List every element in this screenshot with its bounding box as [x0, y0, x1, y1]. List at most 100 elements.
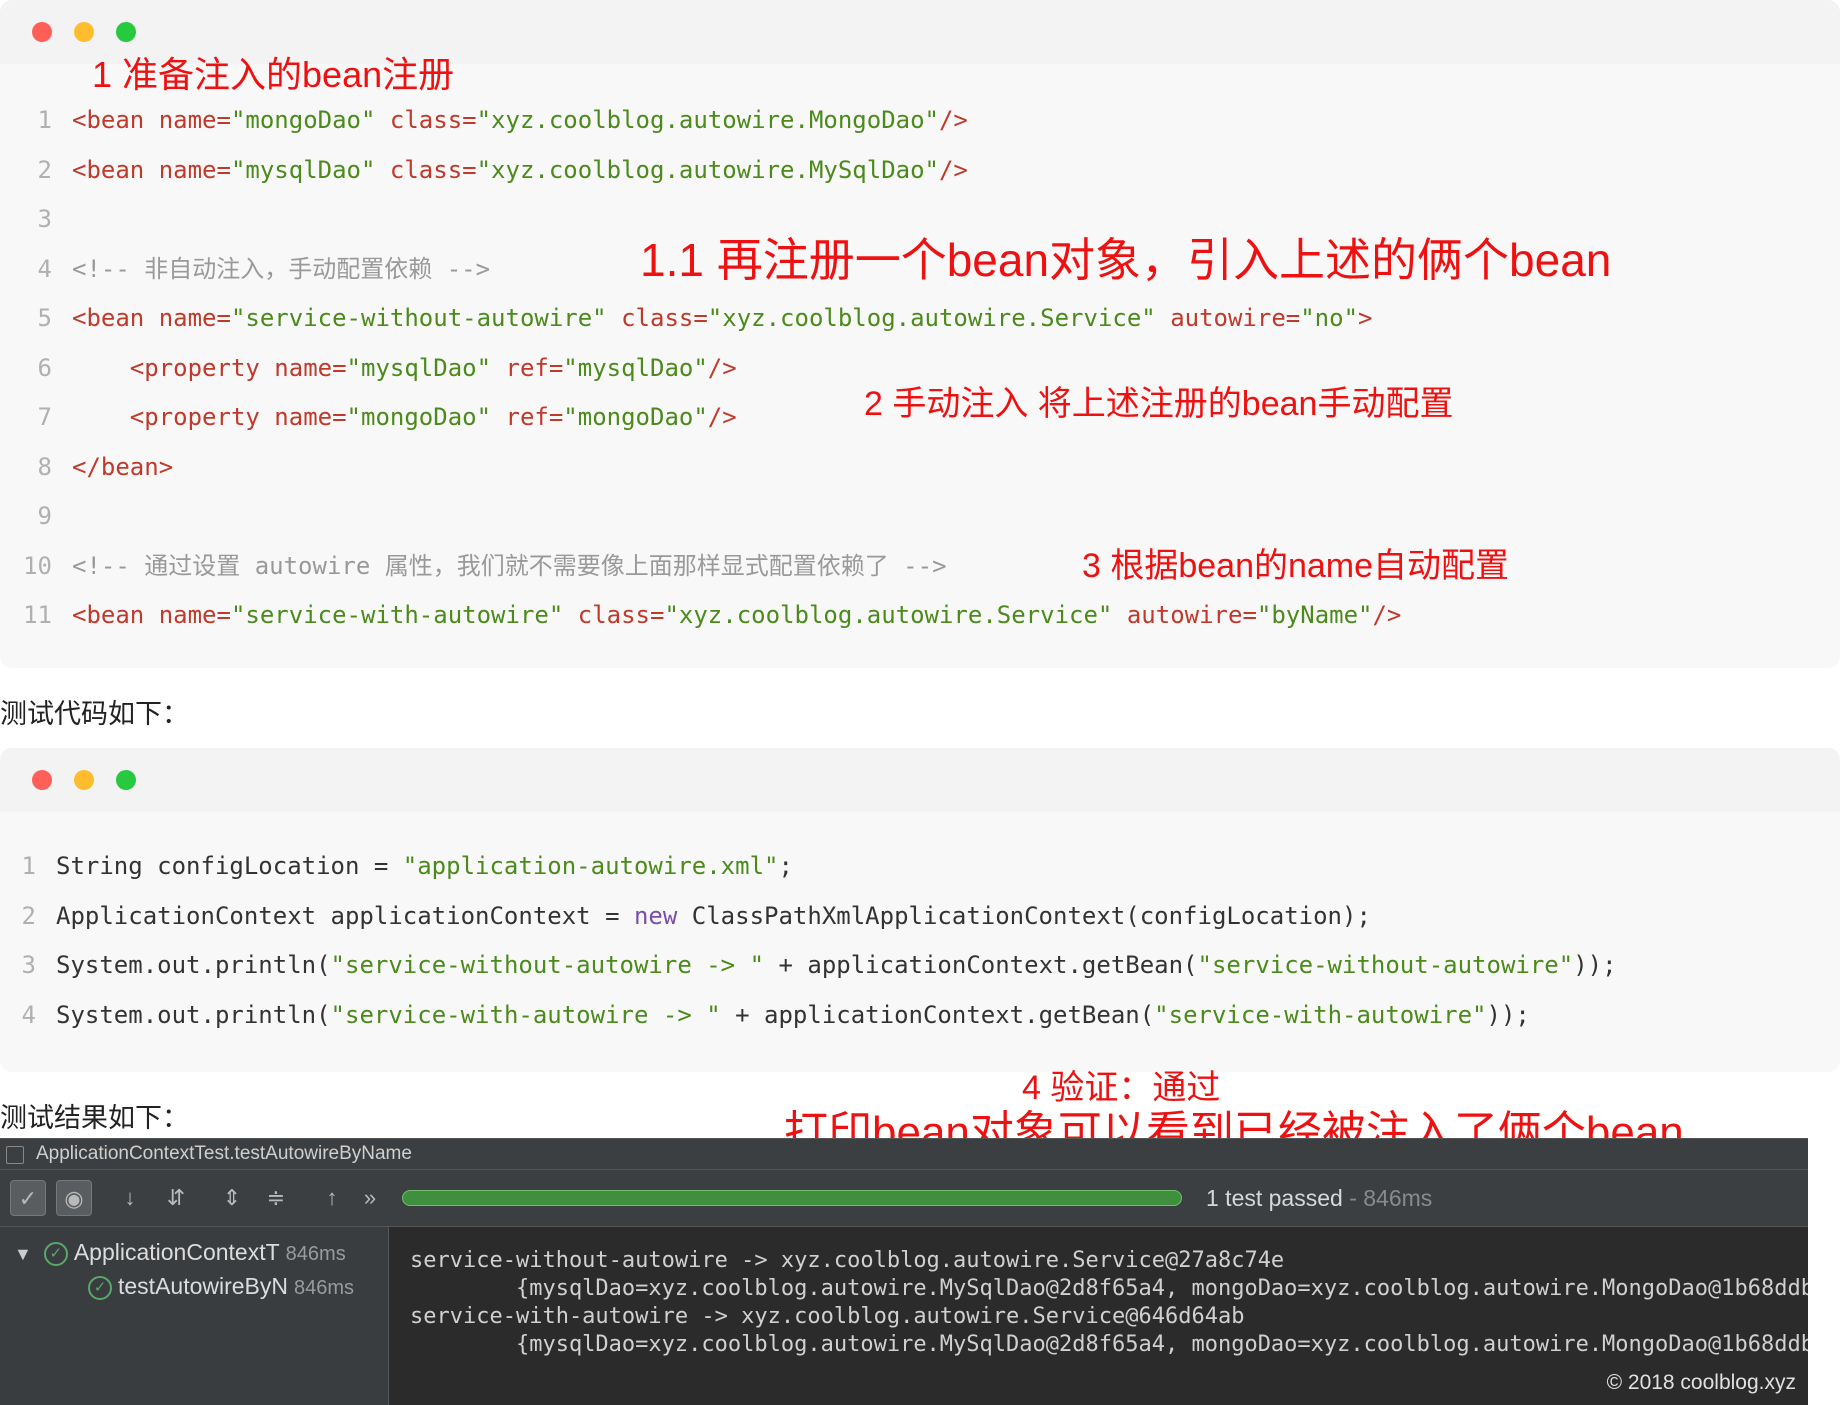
code-token: name= — [158, 601, 231, 629]
code-token: /> — [938, 106, 968, 134]
expand-arrow-icon[interactable]: ▼ — [14, 1237, 32, 1271]
code-token: /> — [707, 403, 737, 431]
test-tree-child[interactable]: ✓ testAutowireByN 846ms — [88, 1269, 354, 1303]
xml-code-block: 1 <bean name="mongoDao" class="xyz.coolbl… — [0, 0, 1840, 668]
code-token: /> — [1372, 601, 1402, 629]
annotation-2: 2 手动注入 将上述注册的bean手动配置 — [864, 385, 1454, 423]
collapse-all-icon[interactable]: ≑ — [258, 1180, 294, 1216]
passed-check-icon: ✓ — [43, 1241, 68, 1266]
code-token: ; — [778, 852, 793, 880]
show-passed-icon[interactable]: ✓ — [10, 1180, 46, 1216]
code-token: new — [633, 901, 678, 930]
copyright-watermark: © 2018 coolblog.xyz — [1606, 1371, 1796, 1394]
line-number: 2 — [37, 155, 52, 184]
code-token: <property — [129, 353, 275, 382]
code-token: "mongoDao" — [346, 403, 492, 431]
close-dot-icon — [32, 770, 52, 790]
line-number: 3 — [21, 951, 36, 979]
console-line: {mysqlDao=xyz.coolblog.autowire.MySqlDao… — [410, 1332, 1808, 1357]
code-token: <bean — [72, 106, 159, 134]
console-output[interactable]: service-without-autowire -> xyz.coolblog… — [390, 1227, 1808, 1405]
test-tree-root[interactable]: ▼ ✓ ApplicationContextT 846ms — [14, 1235, 346, 1269]
code-token: ref= — [505, 353, 564, 382]
code-token: "application-autowire.xml" — [402, 852, 779, 880]
code-token: "xyz.coolblog.autowire.MySqlDao" — [476, 155, 939, 184]
line-number: 2 — [21, 901, 36, 930]
code-token: <bean — [72, 304, 159, 332]
code-token: )); — [1573, 951, 1617, 979]
code-token: <bean — [72, 601, 159, 629]
test-runner-panel: ApplicationContextTest.testAutowireByNam… — [0, 1138, 1808, 1405]
line-number: 4 — [37, 254, 52, 283]
code-text: <!-- 通过设置 autowire 属性，我们就不需要像上面那样显式配置依赖了… — [72, 546, 947, 586]
expand-all-icon[interactable]: ⇕ — [214, 1180, 250, 1216]
more-actions-icon[interactable]: » — [352, 1180, 388, 1216]
run-tab-icon[interactable] — [6, 1146, 24, 1164]
code-token: class= — [389, 155, 477, 184]
test-result-label: 测试结果如下： — [0, 1103, 189, 1133]
code-token: "mongoDao" — [563, 403, 708, 431]
test-class-label: ApplicationContextT — [73, 1239, 280, 1265]
code-text: System.out.println("service-with-autowir… — [56, 995, 1530, 1035]
code-token: "xyz.coolblog.autowire.Service" — [664, 601, 1113, 629]
code-token: "mysqlDao" — [346, 353, 492, 382]
code-text: String configLocation = "application-aut… — [56, 846, 793, 886]
code-token: )); — [1486, 1000, 1530, 1029]
close-dot-icon — [32, 22, 52, 42]
code-token: "service-without-autowire" — [230, 304, 607, 332]
minimize-dot-icon — [74, 22, 94, 42]
code-token: class= — [621, 304, 708, 332]
console-line: service-without-autowire -> xyz.coolblog… — [410, 1248, 1285, 1273]
test-runner-title: ApplicationContextTest.testAutowireByNam… — [36, 1143, 412, 1164]
code-titlebar — [0, 748, 1840, 812]
test-status: 1 test passed - 846ms — [1206, 1180, 1432, 1216]
maximize-dot-icon — [116, 22, 136, 42]
line-number: 1 — [21, 852, 36, 880]
code-token: name= — [274, 403, 347, 431]
code-token: autowire= — [1126, 601, 1257, 629]
code-text: <bean name="service-without-autowire" cl… — [72, 298, 1372, 338]
code-token: ref= — [505, 403, 564, 431]
code-token: + applicationContext.getBean( — [720, 1000, 1155, 1029]
maximize-dot-icon — [116, 770, 136, 790]
test-runner-toolbar: ✓ ◉ ↓ ⇵ ⇕ ≑ ↑ » 1 test passed - 846ms — [0, 1170, 1808, 1227]
code-token: String configLocation = — [56, 852, 403, 880]
code-token: class= — [577, 601, 665, 629]
code-text: <bean name="mysqlDao" class="xyz.coolblo… — [72, 150, 968, 190]
sort-alphabetically-icon[interactable]: ↓ — [112, 1180, 148, 1216]
line-number: 1 — [37, 106, 52, 134]
code-token: name= — [158, 304, 231, 332]
show-ignored-icon[interactable]: ◉ — [56, 1180, 92, 1216]
test-progress-bar — [402, 1190, 1182, 1206]
test-runner-titlebar: ApplicationContextTest.testAutowireByNam… — [0, 1139, 1808, 1170]
sort-by-duration-icon[interactable]: ⇵ — [158, 1180, 194, 1216]
previous-failed-icon[interactable]: ↑ — [314, 1180, 350, 1216]
test-status-time: - 846ms — [1349, 1185, 1433, 1211]
code-token: /> — [707, 353, 737, 382]
code-token: "service-with-autowire" — [1154, 1000, 1487, 1029]
code-token: "mongoDao" — [230, 106, 376, 134]
code-text: </bean> — [72, 447, 173, 487]
test-tree: ▼ ✓ ApplicationContextT 846ms ✓ testAutowire… — [0, 1227, 389, 1405]
code-token: <bean — [72, 155, 159, 184]
code-token: class= — [389, 106, 477, 134]
code-token: "byName" — [1256, 601, 1373, 629]
test-status-text: 1 test passed — [1206, 1185, 1343, 1211]
code-token: <!-- 非自动注入，手动配置依赖 --> — [72, 254, 491, 283]
code-token: autowire= — [1170, 304, 1301, 332]
code-token: "mysqlDao" — [230, 155, 376, 184]
code-token: name= — [274, 353, 347, 382]
test-class-time: 846ms — [285, 1243, 346, 1265]
line-number: 9 — [37, 502, 52, 530]
code-token: "service-without-autowire" — [1197, 951, 1574, 979]
test-method-time: 846ms — [294, 1277, 355, 1299]
console-line: service-with-autowire -> xyz.coolblog.au… — [410, 1304, 1245, 1329]
code-token: <!-- 通过设置 autowire 属性，我们就不需要像上面那样显式配置依赖了… — [72, 551, 947, 580]
code-token: "service-without-autowire -> " — [330, 951, 765, 979]
